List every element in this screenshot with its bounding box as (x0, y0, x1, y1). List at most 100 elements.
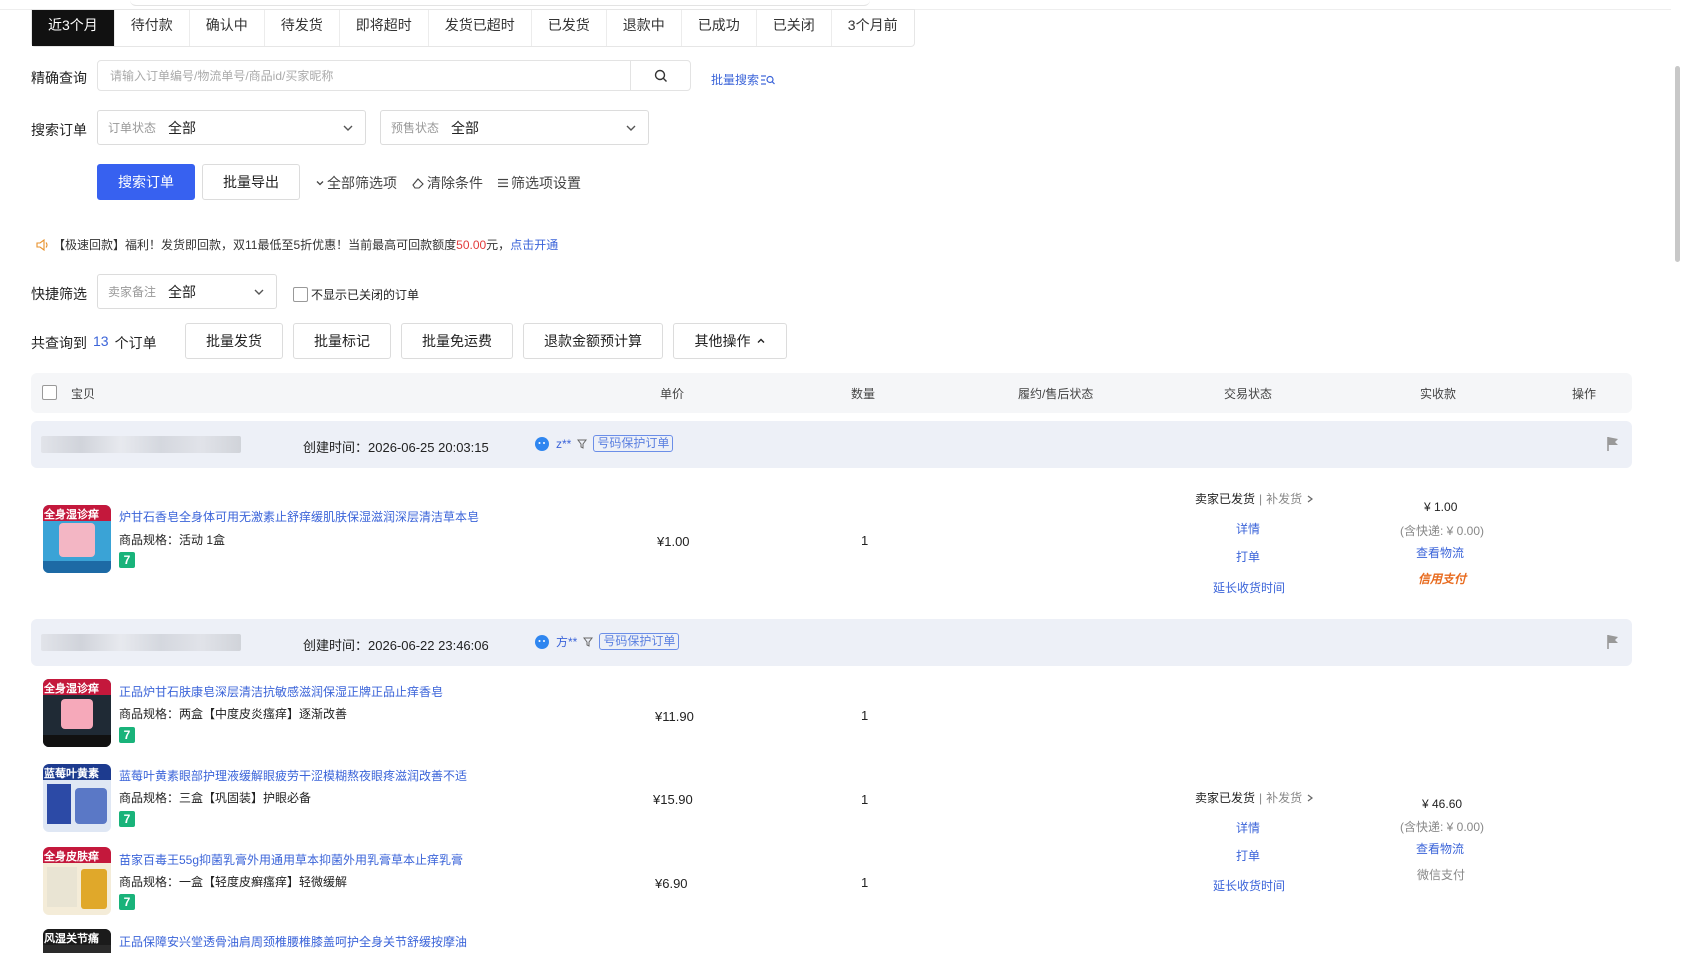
col-item: 宝贝 (71, 387, 96, 401)
reship-link[interactable]: 补发货 (1266, 490, 1302, 507)
flag-icon[interactable] (1606, 634, 1620, 650)
notice-activate-link[interactable]: 点击开通 (510, 236, 558, 253)
seller-note-select[interactable]: 卖家备注 全部 (97, 274, 277, 309)
product-thumbnail[interactable]: 全身皮肤痒 (43, 847, 111, 915)
order-status-select[interactable]: 订单状态 全部 (97, 110, 366, 145)
reship-link[interactable]: 补发货 (1266, 789, 1302, 806)
tab-success[interactable]: 已成功 (682, 10, 757, 46)
buyer-nickname[interactable]: z** (556, 437, 571, 451)
product-thumbnail[interactable]: 风湿关节痛 (43, 929, 111, 953)
unit-price: ¥1.00 (657, 534, 690, 549)
chevron-down-icon (254, 289, 264, 295)
extend-receipt-link[interactable]: 延长收货时间 (1213, 579, 1285, 596)
filter-icon[interactable] (577, 439, 588, 449)
batch-mark-button[interactable]: 批量标记 (293, 323, 391, 359)
order-detail-link[interactable]: 详情 (1236, 520, 1260, 537)
chevron-down-icon (316, 181, 324, 186)
seller-note-value: 全部 (168, 283, 197, 300)
other-actions-label: 其他操作 (694, 333, 751, 349)
view-logistics-link[interactable]: 查看物流 (1416, 544, 1464, 561)
chat-bubble-icon[interactable] (534, 436, 550, 452)
filter-settings-button[interactable]: 筛选项设置 (497, 173, 581, 193)
print-order-link[interactable]: 打单 (1236, 548, 1260, 565)
top-edge-notch (130, 0, 870, 6)
search-button[interactable] (630, 61, 690, 90)
all-filters-label: 全部筛选项 (327, 175, 397, 191)
product-title-link[interactable]: 苗家百毒王55g抑菌乳膏外用通用草本抑菌外用乳膏草本止痒乳膏 (119, 851, 463, 868)
refund-precalc-button[interactable]: 退款金额预计算 (523, 323, 663, 359)
quantity: 1 (861, 708, 869, 723)
precise-query-label: 精确查询 (31, 70, 87, 86)
order-header: 创建时间：2026-06-25 20:03:15 z** 号码保护订单 (31, 421, 1632, 468)
presale-status-select[interactable]: 预售状态 全部 (380, 110, 649, 145)
product-spec: 商品规格：活动 1盒 (119, 533, 226, 547)
search-orders-button[interactable]: 搜索订单 (97, 164, 195, 200)
product-title-link[interactable]: 正品炉甘石肤康皂深层清洁抗敏感滋润保湿正牌正品止痒香皂 (119, 683, 443, 700)
col-quantity: 数量 (851, 387, 876, 401)
batch-free-shipping-button[interactable]: 批量免运费 (401, 323, 513, 359)
search-input[interactable] (98, 61, 630, 90)
menu-icon (498, 178, 508, 188)
thumbnail-text: 风湿关节痛 (44, 933, 99, 945)
chevron-right-icon (1307, 794, 1314, 801)
chevron-right-icon (1307, 495, 1314, 502)
notice-suffix: 元， (486, 238, 511, 252)
buyer-nickname[interactable]: 方** (556, 633, 577, 650)
filter-settings-label: 筛选项设置 (511, 175, 581, 191)
order-status-value: 全部 (168, 119, 197, 136)
hide-closed-option[interactable]: 不显示已关闭的订单 (293, 286, 419, 303)
tab-timeout-soon[interactable]: 即将超时 (340, 10, 429, 46)
product-title-link[interactable]: 蓝莓叶黄素眼部护理液缓解眼疲劳干涩模糊熬夜眼疼滋润改善不适 (119, 767, 467, 784)
unit-price: ¥6.90 (655, 876, 688, 891)
clear-conditions-button[interactable]: 清除条件 (412, 173, 483, 193)
order-status-placeholder: 订单状态 (108, 121, 157, 135)
order-header: 创建时间：2026-06-22 23:46:06 方** 号码保护订单 (31, 619, 1632, 666)
batch-ship-button[interactable]: 批量发货 (185, 323, 283, 359)
product-thumbnail[interactable]: 全身湿诊痒 (43, 679, 111, 747)
tab-ship-overdue[interactable]: 发货已超时 (429, 10, 532, 46)
speaker-icon (36, 238, 48, 251)
unit-price: ¥15.90 (653, 792, 693, 807)
filter-icon[interactable] (583, 637, 594, 647)
tab-refunding[interactable]: 退款中 (607, 10, 682, 46)
presale-status-placeholder: 预售状态 (391, 121, 440, 135)
tab-older-than-3-months[interactable]: 3个月前 (832, 10, 914, 46)
seven-day-return-badge: 7 (119, 552, 135, 568)
tab-shipped[interactable]: 已发货 (532, 10, 607, 46)
hide-closed-checkbox[interactable] (293, 287, 308, 302)
page-scrollbar[interactable] (1671, 0, 1683, 953)
list-search-icon (761, 74, 775, 85)
product-title-link[interactable]: 炉甘石香皂全身体可用无激素止舒痒缓肌肤保湿滋润深层清洁草本皂 (119, 508, 479, 525)
batch-search-link[interactable]: 批量搜索 (711, 71, 775, 88)
print-order-link[interactable]: 打单 (1236, 847, 1260, 864)
summary-prefix: 共查询到 (31, 335, 87, 351)
all-filters-button[interactable]: 全部筛选项 (315, 173, 397, 193)
tab-pending-payment[interactable]: 待付款 (115, 10, 190, 46)
batch-search-label: 批量搜索 (711, 73, 760, 87)
tab-closed[interactable]: 已关闭 (757, 10, 832, 46)
select-all-checkbox[interactable] (42, 385, 57, 400)
privacy-protected-tag: 号码保护订单 (593, 435, 674, 452)
shipping-fee: (含快递: ¥ 0.00) (1400, 524, 1485, 538)
product-thumbnail[interactable]: 蓝莓叶黄素 (43, 764, 111, 832)
payment-method: 信用支付 (1418, 572, 1467, 586)
tab-confirming[interactable]: 确认中 (190, 10, 265, 46)
chat-bubble-icon[interactable] (534, 634, 550, 650)
blurred-order-number (41, 436, 241, 453)
flag-icon[interactable] (1606, 436, 1620, 452)
product-title-link[interactable]: 正品保障安兴堂透骨油肩周颈椎腰椎膝盖呵护全身关节舒缓按摩油 (119, 933, 467, 950)
product-thumbnail[interactable]: 全身湿诊痒 (43, 505, 111, 573)
product-spec: 商品规格：三盒【巩固装】护眼必备 (119, 791, 312, 805)
tab-to-ship[interactable]: 待发货 (265, 10, 340, 46)
extend-receipt-link[interactable]: 延长收货时间 (1213, 877, 1285, 894)
order-detail-link[interactable]: 详情 (1236, 819, 1260, 836)
scrollbar-thumb[interactable] (1675, 66, 1680, 262)
quick-filter-label: 快捷筛选 (31, 286, 87, 302)
chevron-down-icon (343, 125, 353, 131)
view-logistics-link[interactable]: 查看物流 (1416, 840, 1464, 857)
batch-export-button[interactable]: 批量导出 (202, 164, 300, 200)
tab-recent-3-months[interactable]: 近3个月 (32, 10, 115, 46)
other-actions-button[interactable]: 其他操作 (673, 323, 787, 359)
seven-day-return-badge: 7 (119, 894, 135, 910)
trade-status: 卖家已发货 | 补发货 (1195, 490, 1314, 507)
